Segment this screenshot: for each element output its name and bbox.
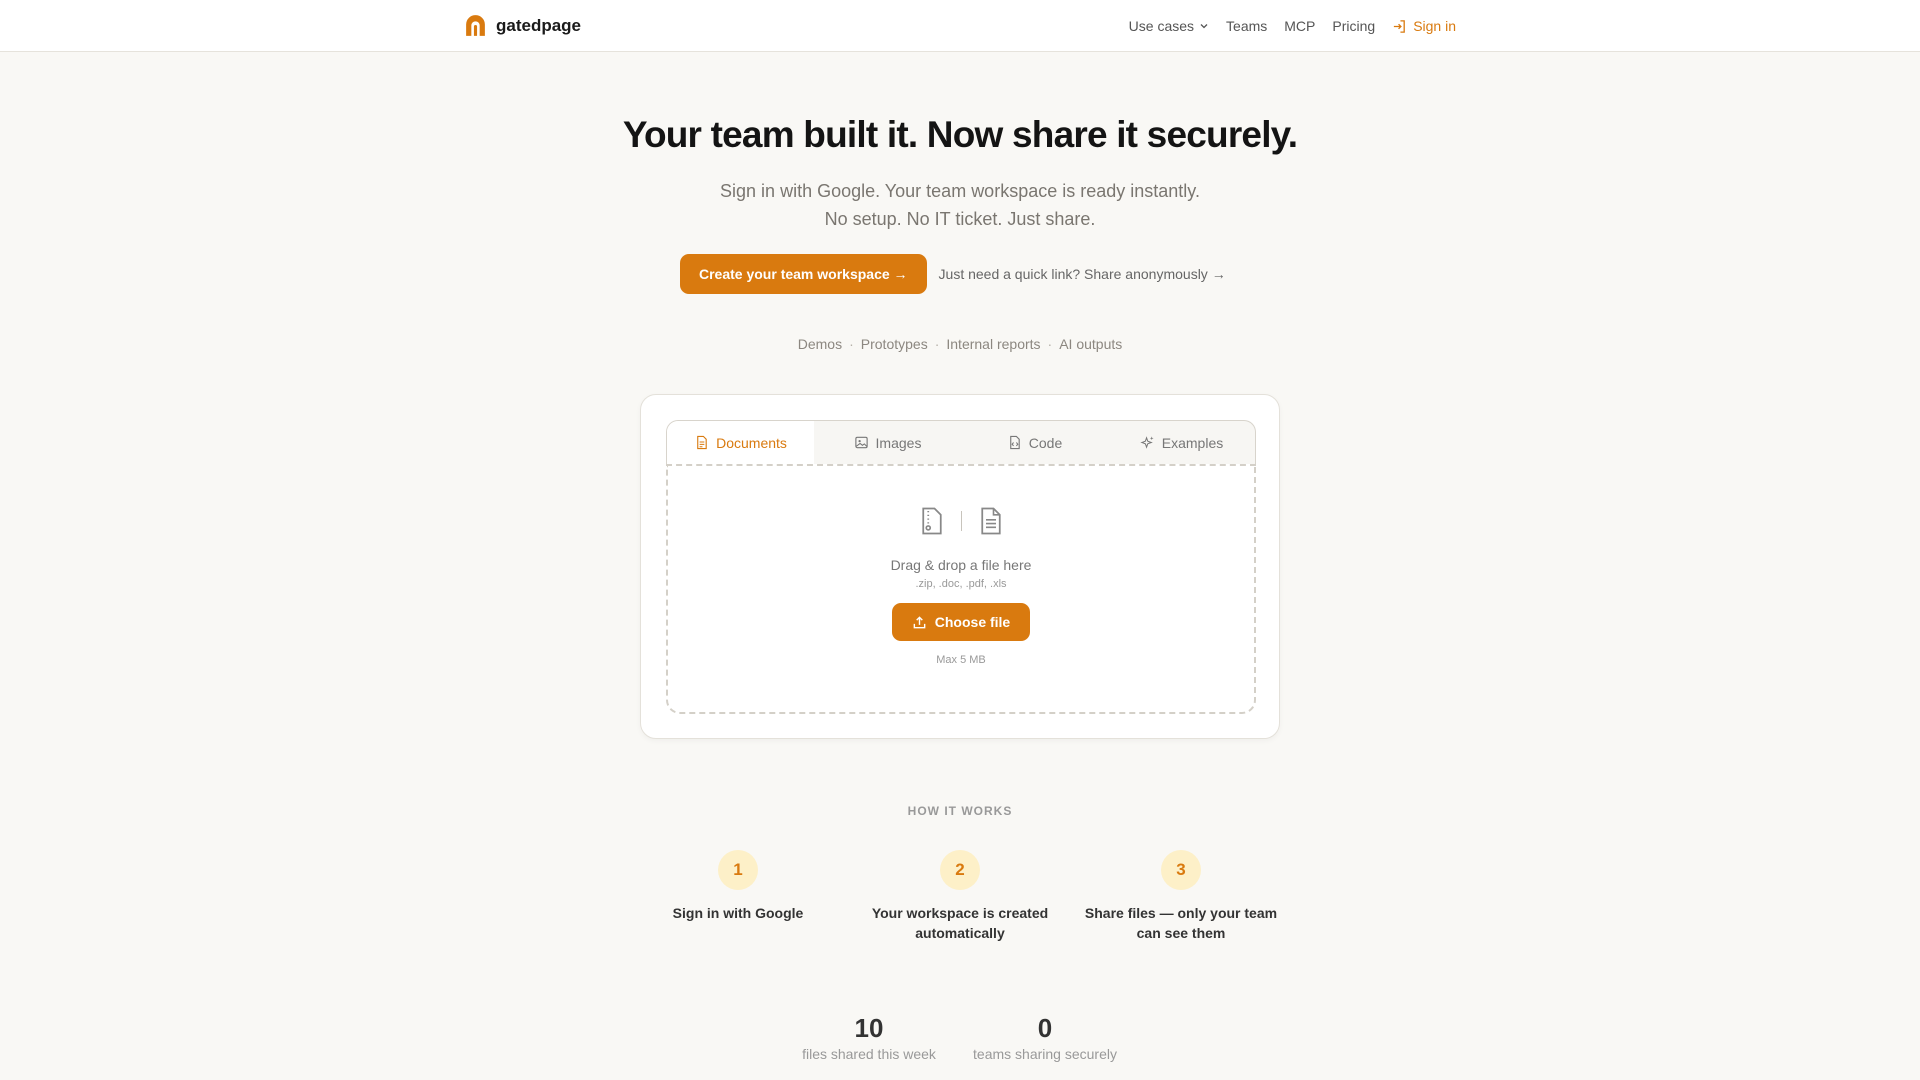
upload-tabs: Documents Images Code Examples [666, 420, 1256, 464]
tab-documents[interactable]: Documents [667, 421, 814, 464]
stat-label: files shared this week [802, 1046, 936, 1062]
stat-label: teams sharing securely [973, 1046, 1117, 1062]
max-file-size: Max 5 MB [936, 654, 986, 666]
nav-pricing[interactable]: Pricing [1332, 18, 1375, 34]
sign-in-icon [1394, 19, 1406, 33]
dropzone-text: Drag & drop a file here [890, 557, 1032, 573]
hero-subtitle-1: Sign in with Google. Your team workspace… [720, 181, 1200, 201]
dropzone-file-types: .zip, .doc, .pdf, .xls [915, 578, 1007, 590]
nav-use-cases[interactable]: Use cases [1129, 18, 1209, 34]
create-workspace-button[interactable]: Create your team workspace → [680, 254, 927, 294]
choose-file-label: Choose file [934, 614, 1011, 630]
use-case-tags: Demos · Prototypes · Internal reports · AI out… [797, 336, 1123, 352]
dropzone-icons [668, 506, 1254, 536]
tag-demos: Demos [797, 336, 843, 352]
tag-ai-outputs: AI outputs [1059, 336, 1123, 352]
stat-value: 10 [854, 1013, 884, 1043]
tab-examples[interactable]: Examples [1108, 421, 1255, 464]
step-number: 2 [940, 850, 980, 890]
tab-examples-label: Examples [1161, 434, 1224, 451]
nav-teams[interactable]: Teams [1226, 18, 1267, 34]
cta-row: Create your team workspace → Just need a… [680, 254, 1226, 294]
nav-mcp[interactable]: MCP [1284, 18, 1315, 34]
step-text: Your workspace is created automatically [871, 905, 1049, 941]
dropzone-icon-divider [960, 511, 962, 531]
hero-title: Your team built it. Now share it securel… [622, 114, 1298, 155]
brand[interactable]: gatedpage [463, 13, 581, 38]
zip-file-icon [921, 507, 942, 535]
document-icon [697, 435, 707, 450]
choose-file-button[interactable]: Choose file [892, 603, 1030, 641]
gatedpage-logo-icon [466, 15, 485, 36]
tag-prototypes: Prototypes [860, 336, 928, 352]
step-2: 2 Your workspace is created automaticall… [860, 850, 1060, 943]
sign-in-label: Sign in [1413, 18, 1456, 34]
share-anonymously-link[interactable]: Just need a quick link? Share anonymousl… [939, 266, 1226, 282]
sign-in-link[interactable]: Sign in [1392, 18, 1456, 34]
step-3: 3 Share files — only your team can see t… [1081, 850, 1281, 943]
nav-links: Use cases Teams MCP Pricing Sign in [1129, 0, 1456, 52]
tab-images-label: Images [875, 434, 922, 451]
top-nav: gatedpage Use cases Teams MCP Pricing Si… [0, 0, 1920, 52]
stat-files-shared: 10 files shared this week [779, 1013, 959, 1062]
stat-teams-sharing: 0 teams sharing securely [955, 1013, 1135, 1062]
file-dropzone[interactable]: Drag & drop a file here .zip, .doc, .pdf… [666, 464, 1256, 714]
step-number: 1 [718, 850, 758, 890]
nav-use-cases-label: Use cases [1128, 18, 1195, 34]
tab-documents-label: Documents [716, 434, 787, 451]
chevron-down-icon [1200, 24, 1208, 29]
brand-name: gatedpage [496, 15, 582, 35]
document-file-icon [980, 507, 1001, 535]
tab-code-label: Code [1028, 434, 1063, 451]
tab-images[interactable]: Images [814, 421, 961, 464]
how-it-works-title: HOW IT WORKS [907, 804, 1013, 818]
image-icon [854, 436, 868, 449]
upload-card: Documents Images Code Examples Drag & dr… [640, 394, 1280, 739]
tab-code[interactable]: Code [961, 421, 1108, 464]
tag-internal-reports: Internal reports [946, 336, 1041, 352]
hero-subtitle-2: No setup. No IT ticket. Just share. [824, 209, 1096, 229]
step-number: 3 [1161, 850, 1201, 890]
step-text: Share files — only your team can see the… [1084, 905, 1278, 941]
upload-icon [913, 615, 926, 628]
code-file-icon [1009, 435, 1020, 450]
step-text: Sign in with Google [672, 905, 804, 921]
sparkles-icon [1140, 436, 1154, 449]
stat-value: 0 [1037, 1013, 1053, 1043]
step-1: 1 Sign in with Google [638, 850, 838, 923]
